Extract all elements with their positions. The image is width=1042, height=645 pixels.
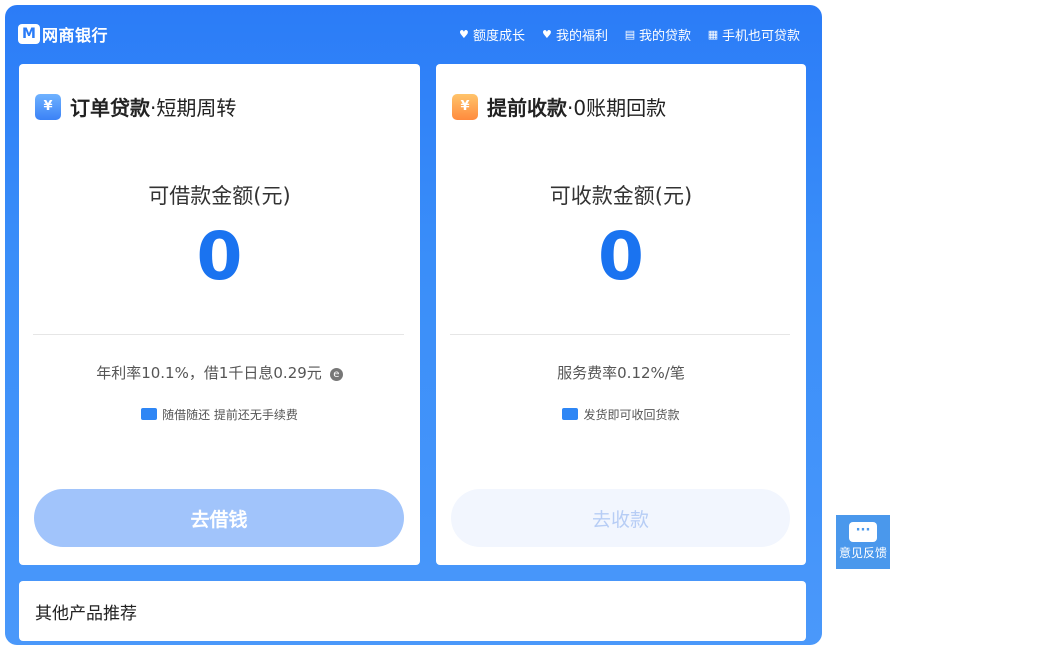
logo[interactable]: M 网商银行 xyxy=(18,23,108,45)
nav-my-loans[interactable]: ▤ 我的贷款 xyxy=(624,25,691,44)
card-title-strong: 提前收款 xyxy=(487,96,567,120)
hint-text: 随借随还 提前还无手续费 xyxy=(19,406,420,423)
card-title: ¥ 订单贷款 ·短期周转 xyxy=(35,92,236,121)
nav-label: 额度成长 xyxy=(472,29,525,44)
nav-credit-growth[interactable]: ♥ 额度成长 xyxy=(458,25,525,44)
amount-value: 0 xyxy=(598,218,644,295)
rate-label: 年利率10.1%，借1千日息0.29元 xyxy=(96,364,322,382)
heart-icon: ♥ xyxy=(542,28,552,41)
heart-icon: ♥ xyxy=(459,28,469,41)
nav-label: 手机也可贷款 xyxy=(721,29,800,44)
nav-label: 我的福利 xyxy=(555,29,608,44)
card-title: ¥ 提前收款 ·0账期回款 xyxy=(452,92,666,121)
chat-icon xyxy=(562,408,579,420)
card-title-strong: 订单贷款 xyxy=(70,96,150,120)
rate-text: 服务费率0.12%/笔 xyxy=(557,364,685,382)
top-bar: M 网商银行 ♥ 额度成长 ♥ 我的福利 ▤ 我的贷款 ▦ 手机也可贷款 xyxy=(5,5,822,63)
nav-mobile-loan[interactable]: ▦ 手机也可贷款 xyxy=(707,25,800,44)
feedback-button[interactable]: ··· 意见反馈 xyxy=(836,515,890,569)
hint-text: 发货即可收回货款 xyxy=(436,406,806,423)
borrow-button[interactable]: 去借钱 xyxy=(34,489,404,547)
nav-label: 我的贷款 xyxy=(638,29,691,44)
top-nav: ♥ 额度成长 ♥ 我的福利 ▤ 我的贷款 ▦ 手机也可贷款 xyxy=(458,25,800,44)
advance-receipt-card: ¥ 提前收款 ·0账期回款 可收款金额(元) 0 服务费率0.12%/笔 发货即… xyxy=(436,64,806,565)
divider xyxy=(450,334,790,335)
feedback-label: 意见反馈 xyxy=(838,546,887,560)
order-loan-card: ¥ 订单贷款 ·短期周转 可借款金额(元) 0 年利率10.1%，借1千日息0.… xyxy=(19,64,420,565)
nav-my-benefits[interactable]: ♥ 我的福利 xyxy=(541,25,608,44)
chat-bubble-icon: ··· xyxy=(849,522,877,542)
loan-icon: ¥ xyxy=(35,93,61,120)
other-products-card: 其他产品推荐 xyxy=(19,581,806,641)
amount-value: 0 xyxy=(196,218,243,295)
main-panel: M 网商银行 ♥ 额度成长 ♥ 我的福利 ▤ 我的贷款 ▦ 手机也可贷款 ¥ 订… xyxy=(5,5,822,645)
amount-label: 可收款金额(元) xyxy=(549,184,693,208)
card-title-rest: ·0账期回款 xyxy=(567,96,667,120)
logo-text: 网商银行 xyxy=(42,26,109,45)
document-icon: ▤ xyxy=(624,28,636,41)
money-bag-icon: ¥ xyxy=(452,93,478,120)
amount-label: 可借款金额(元) xyxy=(148,184,291,208)
hint-label: 随借随还 提前还无手续费 xyxy=(162,408,298,422)
hint-label: 发货即可收回货款 xyxy=(583,408,680,422)
info-icon[interactable]: e xyxy=(329,368,343,381)
qrcode-icon: ▦ xyxy=(707,28,719,41)
card-title-rest: ·短期周转 xyxy=(150,96,237,120)
logo-mark: M xyxy=(18,24,40,44)
chat-icon xyxy=(141,408,158,420)
divider xyxy=(33,334,404,335)
rate-text: 年利率10.1%，借1千日息0.29元 e xyxy=(19,362,420,383)
receive-button[interactable]: 去收款 xyxy=(451,489,790,547)
other-products-title: 其他产品推荐 xyxy=(35,604,137,624)
